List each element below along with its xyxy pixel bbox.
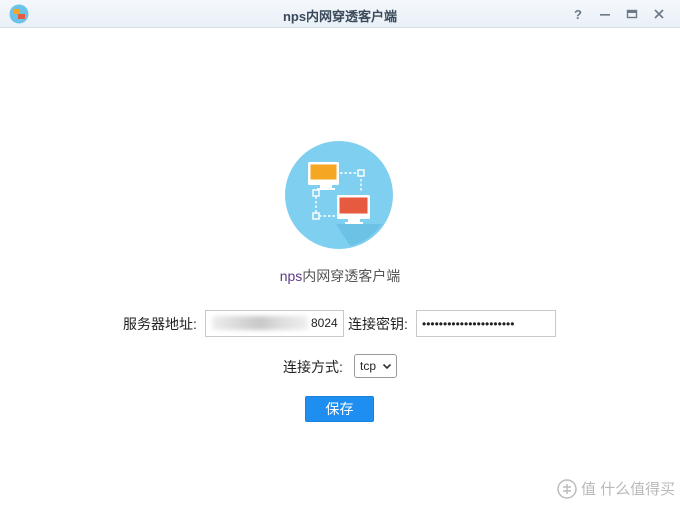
server-address-redacted bbox=[212, 316, 308, 330]
smzdm-logo-icon bbox=[557, 478, 577, 499]
connection-mode-select[interactable]: tcp bbox=[354, 354, 397, 378]
watermark: 值 什么值得买 bbox=[557, 478, 675, 499]
app-name-suffix: 内网穿透客户端 bbox=[302, 268, 401, 284]
chevron-down-icon bbox=[382, 363, 392, 370]
app-name-prefix: nps bbox=[279, 268, 303, 284]
connection-key-label: 连接密钥: bbox=[348, 316, 408, 332]
save-button[interactable]: 保存 bbox=[305, 396, 374, 422]
server-address-label: 服务器地址: bbox=[123, 316, 197, 332]
connection-mode-value: tcp bbox=[360, 359, 377, 373]
close-icon bbox=[654, 9, 664, 19]
connection-key-input[interactable] bbox=[416, 310, 556, 337]
help-button[interactable]: ? bbox=[567, 3, 589, 25]
title-bar: nps内网穿透客户端 ? bbox=[0, 0, 680, 28]
close-button[interactable] bbox=[648, 3, 670, 25]
app-name-label: nps内网穿透客户端 bbox=[0, 266, 680, 286]
minimize-icon bbox=[600, 14, 610, 16]
server-port-text: 8024 bbox=[311, 316, 338, 330]
connection-mode-label: 连接方式: bbox=[283, 359, 343, 375]
network-illustration-icon bbox=[285, 141, 393, 249]
maximize-button[interactable] bbox=[621, 3, 643, 25]
minimize-button[interactable] bbox=[594, 3, 616, 25]
maximize-icon bbox=[626, 9, 638, 19]
watermark-text: 值 什么值得买 bbox=[581, 481, 676, 498]
